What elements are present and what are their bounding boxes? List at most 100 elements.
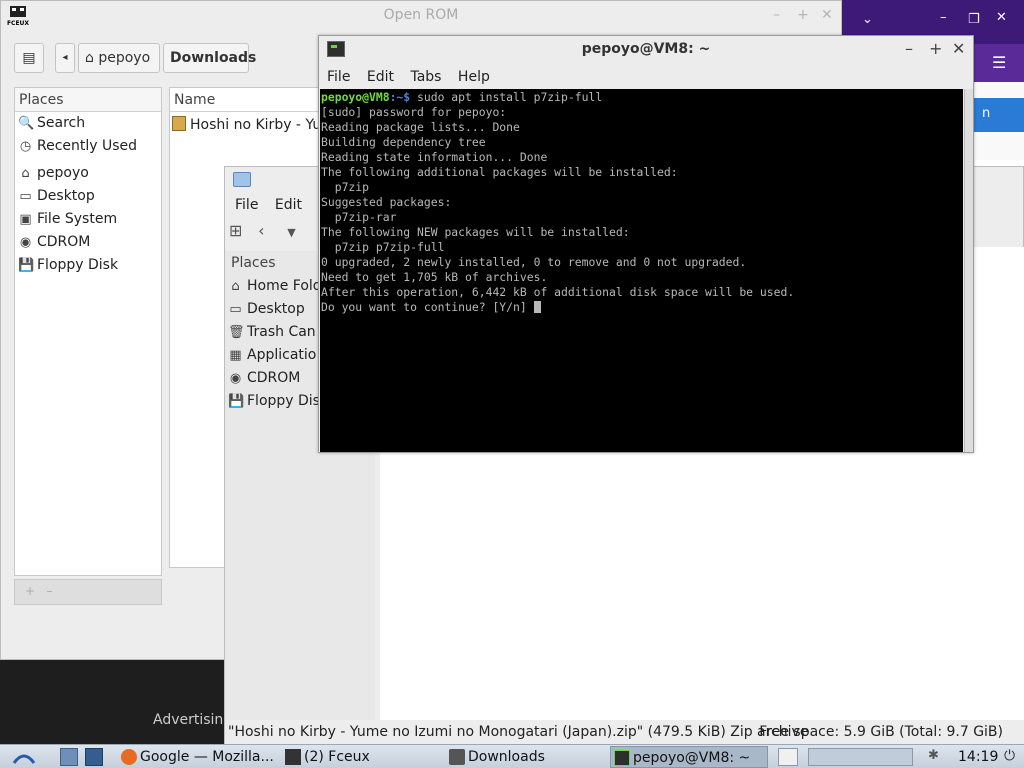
menu-edit[interactable]: Edit: [269, 193, 308, 217]
output-line: After this operation, 6,442 kB of additi…: [321, 285, 795, 299]
menu-icon[interactable]: ☰: [992, 53, 1006, 72]
maximize-icon[interactable]: +: [929, 39, 942, 58]
dialog-title: Open ROM: [383, 7, 459, 23]
close-icon[interactable]: ✕: [952, 39, 965, 58]
menu-file[interactable]: File: [321, 66, 356, 88]
disc-icon: ◉: [229, 371, 242, 386]
task-downloads[interactable]: Downloads: [446, 746, 608, 768]
disc-icon: ◉: [19, 235, 32, 250]
terminal-window: pepoyo@VM8: ~ – + ✕ File Edit Tabs Help …: [318, 35, 974, 453]
output-line: Reading state information... Done: [321, 150, 548, 164]
task-fceux[interactable]: (2) Fceux: [282, 746, 444, 768]
output-line: p7zip-rar: [321, 210, 397, 224]
restore-icon[interactable]: ❐: [968, 12, 980, 27]
scrollbar[interactable]: [964, 89, 973, 452]
workspace-pager[interactable]: [808, 748, 913, 766]
minimize-icon[interactable]: –: [905, 39, 913, 58]
output-line: 0 upgraded, 2 newly installed, 0 to remo…: [321, 255, 747, 269]
output-line: The following NEW packages will be insta…: [321, 225, 630, 239]
back-icon[interactable]: ‹: [258, 221, 282, 240]
places-footer: + –: [14, 579, 162, 605]
search-icon: 🔍: [18, 116, 35, 131]
sidebar-item-cdrom[interactable]: ◉ CDROM: [15, 231, 161, 254]
history-dropdown-icon[interactable]: ▼: [287, 226, 307, 239]
minimize-icon[interactable]: –: [773, 7, 780, 23]
show-desktop-icon[interactable]: [60, 748, 78, 766]
desktop-icon: ▭: [19, 189, 32, 204]
remove-icon[interactable]: –: [47, 584, 53, 598]
menu-file[interactable]: File: [229, 193, 264, 217]
background-page: [0, 660, 224, 745]
new-tab-icon[interactable]: ⊞: [229, 221, 253, 240]
prompt-line: Do you want to continue? [Y/n]: [321, 300, 963, 315]
output-line: The following additional packages will b…: [321, 165, 678, 179]
start-menu-icon[interactable]: [10, 748, 38, 766]
command-text: sudo apt install p7zip-full: [410, 90, 603, 104]
sidebar-item-search[interactable]: 🔍 Search: [15, 112, 161, 135]
output-line: p7zip p7zip-full: [321, 240, 445, 254]
terminal-icon: [614, 750, 630, 766]
menu-edit[interactable]: Edit: [361, 66, 400, 88]
menu-tabs[interactable]: Tabs: [404, 66, 447, 88]
add-icon[interactable]: +: [25, 584, 35, 598]
sidebar-item-floppy[interactable]: 💾 Floppy Disk: [15, 254, 161, 277]
output-line: Suggested packages:: [321, 195, 452, 209]
prompt-user: pepoyo@VM8: [321, 90, 390, 104]
terminal-title: pepoyo@VM8: ~: [581, 41, 711, 57]
path-back-button[interactable]: ◂: [55, 43, 75, 73]
home-icon: ⌂: [21, 166, 30, 181]
output-line: Building dependency tree: [321, 135, 486, 149]
output-line: Reading package lists... Done: [321, 120, 520, 134]
toggle-location-button[interactable]: ▤: [14, 43, 44, 73]
places-sidebar: Places 🔍 Search ◷ Recently Used ⌂ pepoyo ▭ D…: [14, 87, 162, 576]
home-icon: ⌂: [231, 279, 240, 294]
clock-icon: ◷: [19, 139, 32, 154]
minimize-icon[interactable]: –: [940, 10, 947, 25]
applications-icon: ▦: [229, 348, 242, 363]
workspace-switcher-icon[interactable]: [778, 748, 798, 766]
folder-icon: [449, 749, 465, 765]
sidebar-item-home[interactable]: ⌂ pepoyo: [15, 162, 161, 185]
toolbar: ⊞ ‹ ▼: [229, 221, 307, 245]
terminal-screen[interactable]: pepoyo@VM8:~$ sudo apt install p7zip-ful…: [320, 89, 963, 452]
close-icon[interactable]: ✕: [996, 10, 1007, 25]
browser-blue-button[interactable]: n: [970, 98, 1024, 132]
file-row[interactable]: Hoshi no Kirby - Yum: [172, 114, 326, 136]
sidebar-item-recent[interactable]: ◷ Recently Used: [15, 135, 161, 158]
status-bar: "Hoshi no Kirby - Yume no Izumi no Monog…: [225, 720, 1024, 744]
prompt-path: :~$: [389, 90, 411, 104]
output-line: Need to get 1,705 kB of archives.: [321, 270, 548, 284]
bluetooth-icon[interactable]: ✱: [928, 748, 946, 766]
folder-icon: [233, 172, 251, 187]
drive-icon: ▣: [19, 212, 32, 227]
task-terminal[interactable]: pepoyo@VM8: ~: [610, 746, 768, 768]
firefox-icon: [121, 749, 137, 765]
task-browser[interactable]: Google — Mozilla...: [118, 746, 280, 768]
name-column-header[interactable]: Name: [170, 88, 328, 112]
output-line: p7zip: [321, 180, 370, 194]
trash-icon: 🗑: [228, 325, 245, 340]
zip-file-icon: [172, 116, 186, 131]
path-button-current[interactable]: Downloads: [163, 43, 256, 73]
menu-help[interactable]: Help: [452, 66, 496, 88]
path-button-label: Downloads: [170, 50, 257, 66]
desktop-icon: ▭: [229, 302, 242, 317]
floppy-icon: 💾: [18, 258, 35, 273]
maximize-icon[interactable]: +: [797, 7, 809, 23]
sidebar-item-desktop[interactable]: ▭ Desktop: [15, 185, 161, 208]
file-manager-launcher-icon[interactable]: [85, 748, 103, 766]
command-line: pepoyo@VM8:~$ sudo apt install p7zip-ful…: [321, 90, 963, 105]
taskbar: Google — Mozilla... (2) Fceux Downloads …: [0, 744, 1024, 768]
clock[interactable]: 14:19: [958, 746, 998, 768]
status-free-space: Free space: 5.9 GiB (Total: 9.7 GiB): [759, 724, 1003, 740]
confirm-prompt: Do you want to continue? [Y/n]: [321, 300, 534, 314]
path-button-home[interactable]: ⌂ pepoyo: [78, 43, 160, 73]
sidebar-item-filesystem[interactable]: ▣ File System: [15, 208, 161, 231]
power-icon[interactable]: ⏻: [1004, 748, 1022, 766]
places-header: Places: [15, 88, 161, 112]
chevron-down-icon[interactable]: ⌄: [862, 12, 873, 27]
close-icon[interactable]: ✕: [821, 7, 833, 23]
output-line: [sudo] password for pepoyo:: [321, 105, 507, 119]
advertising-link[interactable]: Advertising: [153, 712, 232, 728]
path-button-label: pepoyo: [98, 50, 151, 66]
